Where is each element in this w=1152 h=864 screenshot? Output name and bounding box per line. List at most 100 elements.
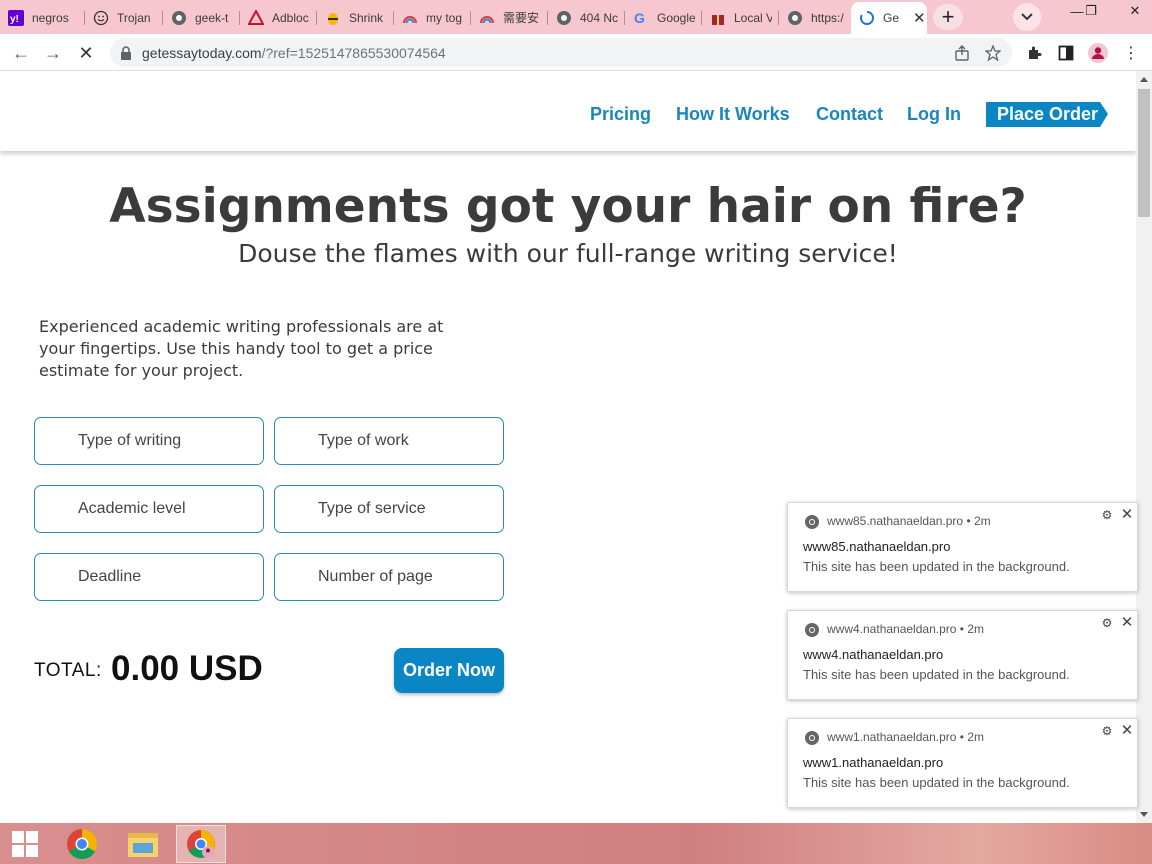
page-viewport: Pricing How It Works Contact Log In Plac…	[0, 71, 1136, 823]
tab-title: geek-t	[195, 10, 229, 25]
forward-button[interactable]: →	[40, 40, 66, 66]
star-icon[interactable]	[983, 43, 1003, 63]
chrome-icon	[804, 730, 820, 746]
back-button[interactable]: ←	[8, 40, 34, 66]
tab-title: 404 Nc	[580, 10, 618, 25]
stop-loading-button[interactable]: ✕	[73, 40, 99, 66]
nav-pricing-link[interactable]: Pricing	[590, 104, 651, 125]
yahoo-icon: y!	[8, 9, 24, 26]
adblock-icon	[248, 9, 264, 26]
tab-title: Ge	[883, 11, 900, 25]
chrome-icon	[804, 622, 820, 638]
bee-icon	[325, 10, 341, 26]
tab-7[interactable]: 需要安	[471, 5, 548, 30]
nav-contact-link[interactable]: Contact	[816, 104, 883, 125]
tab-2[interactable]: Trojan	[85, 5, 163, 30]
windows-taskbar	[0, 823, 1152, 864]
tab-6[interactable]: my tog	[394, 5, 471, 30]
gear-icon[interactable]: ⚙	[1100, 508, 1114, 522]
chrome-icon	[67, 829, 98, 860]
notification-origin: www85.nathanaeldan.pro • 2m	[827, 514, 991, 528]
type-of-service-select[interactable]: Type of service	[274, 485, 504, 533]
tab-search-button[interactable]	[1013, 3, 1041, 31]
extensions-icon[interactable]	[1023, 42, 1045, 64]
google-icon: G	[633, 10, 649, 26]
gear-icon[interactable]: ⚙	[1100, 616, 1114, 630]
tab-10[interactable]: Local V	[702, 5, 779, 30]
number-of-page-select[interactable]: Number of page	[274, 553, 504, 601]
deadline-select[interactable]: Deadline	[34, 553, 264, 601]
tab-title: https:/	[811, 10, 844, 25]
profile-avatar-icon[interactable]	[1087, 42, 1109, 64]
globe-icon	[171, 10, 187, 26]
tab-5[interactable]: Shrink	[317, 5, 394, 30]
notification-body: This site has been updated in the backgr…	[803, 559, 1070, 574]
tab-1[interactable]: y! negros	[0, 5, 85, 30]
tab-3[interactable]: geek-t	[163, 5, 240, 30]
total-value: 0.00 USD	[111, 649, 263, 688]
url-path: /?ref=1525147865530074564	[261, 45, 446, 61]
place-order-button[interactable]: Place Order	[986, 102, 1108, 127]
gear-icon[interactable]: ⚙	[1100, 724, 1114, 738]
address-bar[interactable]: getessaytoday.com/?ref=15251478655300745…	[110, 38, 1012, 67]
type-of-writing-select[interactable]: Type of writing	[34, 417, 264, 465]
gift-icon	[710, 10, 726, 26]
close-icon[interactable]: ✕	[1119, 614, 1135, 631]
tab-title: 需要安	[503, 11, 540, 25]
tab-title: Local V	[734, 10, 772, 25]
close-tab-icon[interactable]: ✕	[913, 9, 926, 27]
notification-origin: www4.nathanaeldan.pro • 2m	[827, 622, 984, 636]
lock-icon[interactable]	[116, 43, 136, 63]
notification-body: This site has been updated in the backgr…	[803, 667, 1070, 682]
restore-button[interactable]: ❐	[1076, 0, 1106, 22]
tab-title: Shrink	[349, 10, 384, 25]
start-button[interactable]	[0, 825, 50, 863]
tab-8[interactable]: 404 Nc	[548, 5, 625, 30]
notification-card[interactable]: www1.nathanaeldan.pro • 2m www1.nathanae…	[787, 718, 1138, 808]
close-icon[interactable]: ✕	[1119, 722, 1135, 739]
share-icon[interactable]	[952, 43, 972, 63]
notification-title: www85.nathanaeldan.pro	[803, 539, 951, 554]
intro-text: Experienced academic writing professiona…	[39, 317, 444, 380]
tab-9[interactable]: G Google	[625, 5, 702, 30]
rainbow-icon	[402, 10, 418, 26]
total-label: TOTAL:	[34, 660, 102, 681]
taskbar-chrome[interactable]	[57, 825, 107, 863]
scroll-down-arrow[interactable]	[1140, 812, 1148, 817]
loading-spinner-icon	[859, 10, 875, 26]
notification-title: www4.nathanaeldan.pro	[803, 647, 944, 662]
menu-kebab-icon[interactable]: ⋮	[1120, 42, 1142, 64]
url-host: getessaytoday.com	[142, 45, 262, 61]
site-header: Pricing How It Works Contact Log In Plac…	[0, 71, 1136, 151]
scroll-thumb[interactable]	[1138, 89, 1150, 217]
close-window-button[interactable]: ✕	[1120, 0, 1150, 22]
notification-card[interactable]: www85.nathanaeldan.pro • 2m www85.nathan…	[787, 502, 1138, 592]
type-of-work-select[interactable]: Type of work	[274, 417, 504, 465]
tab-strip: y! negros Trojan geek-t Adbloc Shrink my…	[0, 0, 1152, 34]
tab-active[interactable]: Ge ✕	[851, 2, 927, 34]
tab-title: negros	[32, 10, 69, 25]
new-tab-button[interactable]: +	[933, 4, 963, 30]
smiley-icon	[93, 10, 109, 26]
globe-icon	[556, 10, 572, 26]
hero-subtitle: Douse the flames with our full-range wri…	[238, 239, 898, 268]
close-icon[interactable]: ✕	[1119, 506, 1135, 523]
side-panel-icon[interactable]	[1055, 42, 1077, 64]
tab-4[interactable]: Adbloc	[240, 5, 317, 30]
chrome-profile-icon	[187, 830, 215, 858]
notification-card[interactable]: www4.nathanaeldan.pro • 2m www4.nathanae…	[787, 610, 1138, 700]
windows-logo-icon	[12, 831, 38, 857]
tab-title: Adbloc	[272, 10, 309, 25]
taskbar-chrome-profile[interactable]	[176, 825, 226, 863]
taskbar-file-explorer[interactable]	[118, 825, 168, 863]
nav-how-it-works-link[interactable]: How It Works	[676, 104, 790, 125]
hero-title: Assignments got your hair on fire?	[109, 179, 1027, 234]
nav-login-link[interactable]: Log In	[907, 104, 961, 125]
scroll-up-arrow[interactable]	[1140, 77, 1148, 82]
academic-level-select[interactable]: Academic level	[34, 485, 264, 533]
order-now-button[interactable]: Order Now	[394, 648, 504, 693]
svg-text:y!: y!	[10, 14, 19, 25]
page-scrollbar[interactable]	[1136, 71, 1152, 823]
chrome-icon	[804, 514, 820, 530]
tab-11[interactable]: https:/	[779, 5, 849, 30]
